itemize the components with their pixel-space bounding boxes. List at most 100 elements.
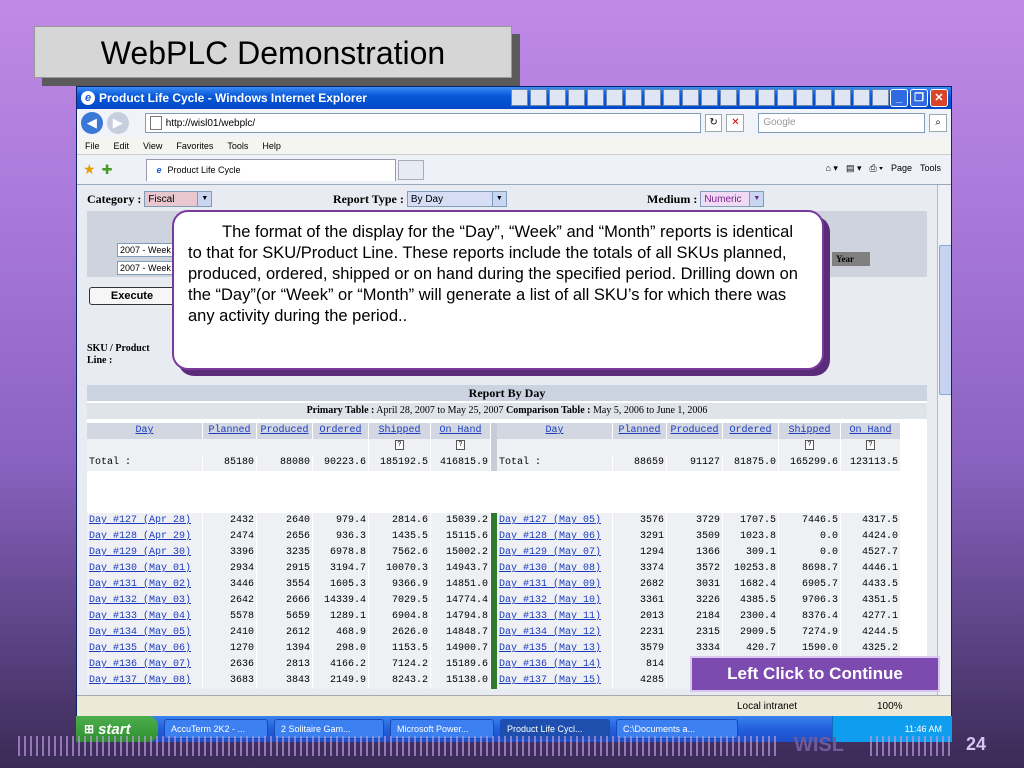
toolbar-icon[interactable] xyxy=(777,89,794,106)
feeds-icon[interactable]: ▤ ▾ xyxy=(846,163,862,174)
column-header[interactable]: On Hand xyxy=(431,423,491,439)
table-cell[interactable]: Day #137 (May 08) xyxy=(87,673,203,689)
toolbar-icon[interactable] xyxy=(682,89,699,106)
menu-help[interactable]: Help xyxy=(262,141,281,151)
category-select[interactable]: Fiscal ▼ xyxy=(144,191,213,207)
table-cell[interactable]: Day #129 (May 07) xyxy=(497,545,613,561)
add-favorites-icon[interactable]: ✚ xyxy=(102,162,113,178)
table-cell[interactable]: Day #130 (May 08) xyxy=(497,561,613,577)
print-icon[interactable]: ⎙ ▾ xyxy=(869,163,882,174)
table-cell: 14851.0 xyxy=(431,577,491,593)
table-cell[interactable]: Day #131 (May 09) xyxy=(497,577,613,593)
toolbar-icon[interactable] xyxy=(701,89,718,106)
toolbar-icon[interactable] xyxy=(815,89,832,106)
menu-favorites[interactable]: Favorites xyxy=(176,141,213,151)
table-cell[interactable]: Day #129 (Apr 30) xyxy=(87,545,203,561)
column-header[interactable]: Day xyxy=(497,423,613,439)
help-icon[interactable]: ? xyxy=(395,440,404,451)
table-cell[interactable]: Day #134 (May 05) xyxy=(87,625,203,641)
search-input[interactable]: Google xyxy=(758,113,926,133)
column-header[interactable]: Shipped xyxy=(779,423,841,439)
empty-cell xyxy=(497,439,779,455)
help-icon[interactable]: ? xyxy=(805,440,814,451)
table-cell[interactable]: Day #137 (May 15) xyxy=(497,673,613,689)
column-header[interactable]: Shipped xyxy=(369,423,431,439)
table-cell[interactable]: Day #133 (May 11) xyxy=(497,609,613,625)
column-header[interactable]: Produced xyxy=(667,423,723,439)
toolbar-icon[interactable] xyxy=(796,89,813,106)
menu-file[interactable]: File xyxy=(85,141,100,151)
toolbar-icon[interactable] xyxy=(644,89,661,106)
column-header[interactable]: Day xyxy=(87,423,203,439)
execute-button[interactable]: Execute xyxy=(89,287,175,305)
column-header[interactable]: Planned xyxy=(613,423,667,439)
toolbar-icon[interactable] xyxy=(872,89,889,106)
help-icon[interactable]: ? xyxy=(866,440,875,451)
refresh-icon[interactable]: ↻ xyxy=(704,114,723,132)
back-icon[interactable]: ◀ xyxy=(81,112,103,134)
window-titlebar[interactable]: e Product Life Cycle - Windows Internet … xyxy=(77,87,951,109)
home-icon[interactable]: ⌂ ▾ xyxy=(825,163,837,174)
toolbar-icon[interactable] xyxy=(853,89,870,106)
toolbar-icon[interactable] xyxy=(549,89,566,106)
favorites-star-icon[interactable]: ★ xyxy=(83,161,96,178)
table-cell[interactable]: Day #135 (May 06) xyxy=(87,641,203,657)
column-header[interactable]: Ordered xyxy=(313,423,369,439)
category-value: Fiscal xyxy=(148,193,175,205)
close-icon[interactable]: ✕ xyxy=(930,89,948,107)
stop-icon[interactable]: ✕ xyxy=(726,114,745,132)
table-cell[interactable]: Day #132 (May 10) xyxy=(497,593,613,609)
table-cell[interactable]: Day #136 (May 14) xyxy=(497,657,613,673)
table-cell[interactable]: Day #128 (May 06) xyxy=(497,529,613,545)
vertical-scrollbar[interactable] xyxy=(937,185,951,695)
menu-view[interactable]: View xyxy=(143,141,162,151)
new-tab-button[interactable] xyxy=(398,159,425,180)
tools-menu[interactable]: Tools xyxy=(920,163,941,174)
toolbar-icon[interactable] xyxy=(758,89,775,106)
page-menu[interactable]: Page xyxy=(891,163,912,174)
menu-edit[interactable]: Edit xyxy=(114,141,130,151)
search-icon[interactable]: ⌕ xyxy=(929,114,947,132)
forward-icon[interactable]: ▶ xyxy=(106,112,129,134)
table-cell[interactable]: Day #130 (May 01) xyxy=(87,561,203,577)
zoom-level[interactable]: 100% xyxy=(877,701,903,712)
table-cell: 8698.7 xyxy=(779,561,841,577)
toolbar-icon[interactable] xyxy=(834,89,851,106)
toolbar-icon[interactable] xyxy=(568,89,585,106)
toolbar-icon[interactable] xyxy=(720,89,737,106)
column-header[interactable]: Produced xyxy=(257,423,313,439)
toolbar-icon[interactable] xyxy=(663,89,680,106)
menu-tools[interactable]: Tools xyxy=(227,141,248,151)
table-cell[interactable]: Day #132 (May 03) xyxy=(87,593,203,609)
total-cell: 81875.0 xyxy=(723,455,779,471)
minimize-icon[interactable]: _ xyxy=(890,89,908,107)
medium-select[interactable]: Numeric ▼ xyxy=(700,191,765,207)
toolbar-icon[interactable] xyxy=(625,89,642,106)
column-header[interactable]: On Hand xyxy=(841,423,901,439)
table-cell[interactable]: Day #128 (Apr 29) xyxy=(87,529,203,545)
table-cell: 14900.7 xyxy=(431,641,491,657)
help-icon[interactable]: ? xyxy=(456,440,465,451)
toolbar-icon[interactable] xyxy=(511,89,528,106)
toolbar-icon[interactable] xyxy=(606,89,623,106)
table-cell[interactable]: Day #127 (Apr 28) xyxy=(87,513,203,529)
table-cell[interactable]: Day #135 (May 13) xyxy=(497,641,613,657)
scroll-thumb[interactable] xyxy=(939,245,951,395)
table-cell[interactable]: Day #133 (May 04) xyxy=(87,609,203,625)
column-header[interactable]: Planned xyxy=(203,423,257,439)
table-cell: 2814.6 xyxy=(369,513,431,529)
table-cell: 4351.5 xyxy=(841,593,901,609)
toolbar-icon[interactable] xyxy=(587,89,604,106)
continue-button[interactable]: Left Click to Continue xyxy=(690,656,940,692)
column-header[interactable]: Ordered xyxy=(723,423,779,439)
toolbar-icon[interactable] xyxy=(739,89,756,106)
report-type-select[interactable]: By Day ▼ xyxy=(406,191,507,207)
table-cell[interactable]: Day #127 (May 05) xyxy=(497,513,613,529)
table-cell[interactable]: Day #134 (May 12) xyxy=(497,625,613,641)
toolbar-icon[interactable] xyxy=(530,89,547,106)
maximize-icon[interactable]: ❐ xyxy=(910,89,928,107)
table-cell[interactable]: Day #131 (May 02) xyxy=(87,577,203,593)
address-bar[interactable]: http://wisl01/webplc/ xyxy=(144,113,701,133)
tab-product-life-cycle[interactable]: e Product Life Cycle xyxy=(146,158,397,181)
table-cell[interactable]: Day #136 (May 07) xyxy=(87,657,203,673)
